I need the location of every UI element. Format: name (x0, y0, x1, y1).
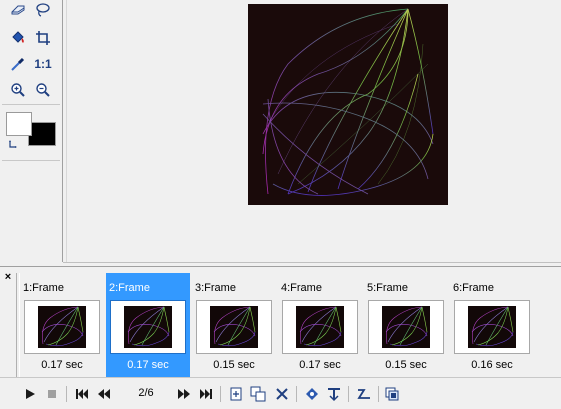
frame-counter: 2/6 (138, 387, 154, 399)
frame-thumbnail (368, 300, 444, 354)
export-frames-icon[interactable] (384, 386, 400, 402)
frame-label: 4:Frame (281, 282, 322, 294)
close-icon[interactable]: × (2, 271, 14, 283)
thumbnail-image (468, 306, 516, 348)
actual-size-button[interactable]: 1:1 (33, 54, 53, 74)
frame-delay[interactable]: 0.17 sec (278, 359, 362, 371)
thumbnail-image (124, 306, 172, 348)
animation-frame[interactable]: 3:Frame 0.15 sec (192, 273, 276, 377)
thumbnail-image (38, 306, 86, 348)
workspace-edge (66, 0, 67, 262)
toolbar-divider (66, 386, 67, 402)
frame-label: 1:Frame (23, 282, 64, 294)
animation-frame[interactable]: 2:Frame 0.17 sec (106, 273, 190, 377)
workspace-border (63, 262, 561, 263)
toolbox-divider (2, 104, 60, 105)
eyedropper-icon[interactable] (8, 54, 28, 74)
foreground-color-swatch[interactable] (6, 112, 32, 136)
animation-frame[interactable]: 1:Frame 0.17 sec (20, 273, 104, 377)
frame-thumbnail (196, 300, 272, 354)
toolbar-divider (378, 386, 379, 402)
paint-bucket-icon[interactable] (8, 28, 28, 48)
toolbar-divider (348, 386, 349, 402)
eraser-icon[interactable] (8, 0, 28, 20)
first-frame-icon[interactable] (74, 386, 90, 402)
toolbar-divider (296, 386, 297, 402)
thumbnail-image (296, 306, 344, 348)
frame-thumbnail (24, 300, 100, 354)
previous-frame-icon[interactable] (96, 386, 112, 402)
crop-icon[interactable] (33, 28, 53, 48)
animation-frame[interactable]: 5:Frame 0.15 sec (364, 273, 448, 377)
frame-label: 2:Frame (109, 282, 150, 294)
delete-frame-icon[interactable] (274, 386, 290, 402)
frame-properties-icon[interactable] (326, 386, 342, 402)
animation-toolbar: 2/6 (0, 377, 561, 409)
frame-delay[interactable]: 0.15 sec (364, 359, 448, 371)
swap-colors-icon[interactable] (6, 136, 22, 152)
image-canvas[interactable] (248, 4, 448, 205)
duplicate-frame-icon[interactable] (250, 386, 266, 402)
toolbar-divider (220, 386, 221, 402)
frame-delay[interactable]: 0.17 sec (106, 359, 190, 371)
last-frame-icon[interactable] (198, 386, 214, 402)
thumbnail-image (382, 306, 430, 348)
background-color-swatch[interactable] (28, 122, 56, 146)
lasso-icon[interactable] (33, 0, 53, 20)
frame-delay[interactable]: 0.17 sec (20, 359, 104, 371)
toolbox: 1:1 (0, 0, 63, 262)
optimize-icon[interactable] (304, 386, 320, 402)
animation-frame[interactable]: 6:Frame 0.16 sec (450, 273, 534, 377)
animation-panel: × 1:Frame 0.17 sec 2:Frame 0.17 sec 3:Frame 0… (0, 266, 561, 408)
tween-icon[interactable] (356, 386, 372, 402)
frame-delay[interactable]: 0.16 sec (450, 359, 534, 371)
frame-thumbnail (110, 300, 186, 354)
frame-delay[interactable]: 0.15 sec (192, 359, 276, 371)
frame-thumbnail (282, 300, 358, 354)
stop-icon[interactable] (44, 386, 60, 402)
next-frame-icon[interactable] (176, 386, 192, 402)
new-frame-icon[interactable] (228, 386, 244, 402)
animation-frame[interactable]: 4:Frame 0.17 sec (278, 273, 362, 377)
frame-label: 5:Frame (367, 282, 408, 294)
frame-thumbnail (454, 300, 530, 354)
frame-label: 6:Frame (453, 282, 494, 294)
play-icon[interactable] (22, 386, 38, 402)
thumbnail-image (210, 306, 258, 348)
zoom-in-icon[interactable] (8, 80, 28, 100)
zoom-out-icon[interactable] (33, 80, 53, 100)
actual-size-label: 1:1 (34, 57, 52, 71)
toolbox-divider (2, 160, 60, 161)
frame-label: 3:Frame (195, 282, 236, 294)
